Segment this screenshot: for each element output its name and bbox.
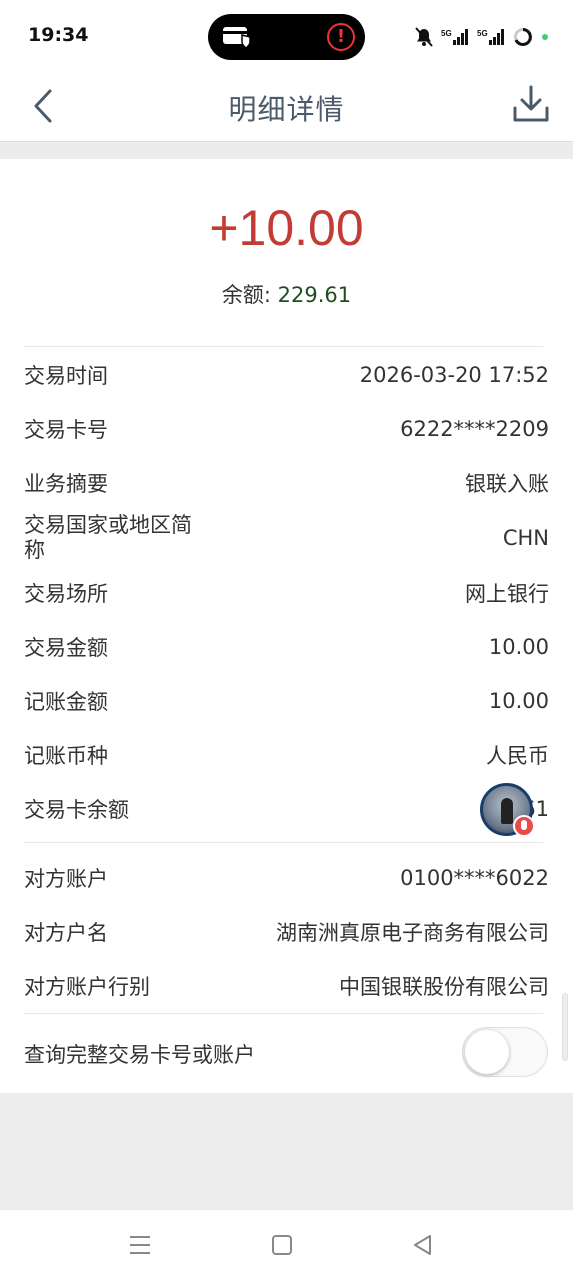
row-label: 记账金额 <box>24 690 108 714</box>
row-label: 业务摘要 <box>24 472 108 496</box>
home-icon[interactable] <box>269 1232 295 1258</box>
signal-5g-icon-b: 5G <box>477 29 504 45</box>
mic-badge-icon <box>513 815 535 837</box>
toggle-knob <box>465 1030 509 1074</box>
back-triangle-icon[interactable] <box>410 1232 436 1258</box>
row-value: CHN <box>502 526 549 550</box>
status-time: 19:34 <box>28 24 89 46</box>
svg-text:5G: 5G <box>477 29 488 38</box>
system-nav-bar <box>0 1210 573 1280</box>
status-bar: 19:34 ! 5G 5G <box>0 0 573 72</box>
balance-value: 229.61 <box>277 283 352 307</box>
transaction-detail-card: +10.00 余额: 229.61 交易时间 2026-03-20 17:52 … <box>0 159 573 1093</box>
card-shield-icon <box>223 27 251 49</box>
row-label: 对方户名 <box>24 921 108 945</box>
nav-header: 明细详情 <box>0 72 573 142</box>
row-value: 6222****2209 <box>400 417 549 441</box>
status-icons: 5G 5G <box>415 27 549 47</box>
transaction-amount: +10.00 <box>209 200 364 256</box>
detail-row-venue: 交易场所 网上银行 <box>24 566 549 620</box>
row-label: 交易国家或地区简称 <box>24 513 192 562</box>
battery-ring-icon <box>514 28 532 46</box>
detail-row-country: 交易国家或地区简称 CHN <box>24 510 549 566</box>
divider <box>24 346 543 347</box>
detail-row-card-balance: 交易卡余额 61 <box>24 782 549 836</box>
detail-row-card-number: 交易卡号 6222****2209 <box>24 402 549 456</box>
row-value: 湖南洲真原电子商务有限公司 <box>276 921 549 945</box>
row-value: 10.00 <box>488 635 549 659</box>
detail-row-counter-bank: 对方账户行别 中国银联股份有限公司 <box>24 959 549 1013</box>
row-label: 交易金额 <box>24 636 108 660</box>
avatar-figure <box>501 798 513 824</box>
header-gap <box>0 143 573 159</box>
full-number-toggle[interactable] <box>462 1027 548 1077</box>
balance-label: 余额: <box>221 283 271 307</box>
signal-5g-icon-a: 5G <box>441 29 468 45</box>
svg-text:5G: 5G <box>441 29 452 38</box>
detail-row-counter-name: 对方户名 湖南洲真原电子商务有限公司 <box>24 905 549 959</box>
detail-row-posted-amount: 记账金额 10.00 <box>24 674 549 728</box>
detail-row-time: 交易时间 2026-03-20 17:52 <box>24 348 549 402</box>
page-title: 明细详情 <box>228 93 345 126</box>
row-value: 2026-03-20 17:52 <box>359 363 549 387</box>
row-label: 交易场所 <box>24 582 108 606</box>
row-value: 人民币 <box>486 744 549 768</box>
divider <box>24 842 543 843</box>
row-label: 对方账户 <box>24 867 108 891</box>
row-value: 银联入账 <box>465 472 549 496</box>
row-label: 对方账户行别 <box>24 975 150 999</box>
divider <box>24 1013 543 1014</box>
toggle-label: 查询完整交易卡号或账户 <box>24 1043 255 1067</box>
row-value: 网上银行 <box>465 582 549 606</box>
balance-line: 余额: 229.61 <box>0 279 573 309</box>
row-label: 交易卡余额 <box>24 798 129 822</box>
alert-icon: ! <box>327 23 355 51</box>
row-value: 中国银联股份有限公司 <box>339 975 549 999</box>
row-label: 交易时间 <box>24 364 108 388</box>
row-label: 交易卡号 <box>24 418 108 442</box>
detail-row-trade-amount: 交易金额 10.00 <box>24 620 549 674</box>
menu-icon[interactable] <box>127 1232 153 1258</box>
row-value: 0100****6022 <box>400 866 549 890</box>
row-label: 记账币种 <box>24 744 108 768</box>
mute-bell-icon <box>415 27 433 47</box>
download-icon[interactable] <box>511 84 551 124</box>
detail-row-summary: 业务摘要 银联入账 <box>24 456 549 510</box>
detail-row-currency: 记账币种 人民币 <box>24 728 549 782</box>
scrollbar[interactable] <box>562 993 568 1061</box>
row-value: 10.00 <box>488 689 549 713</box>
dynamic-island: ! <box>208 14 365 60</box>
detail-row-counter-account: 对方账户 0100****6022 <box>24 851 549 905</box>
privacy-dot-icon <box>542 34 548 40</box>
